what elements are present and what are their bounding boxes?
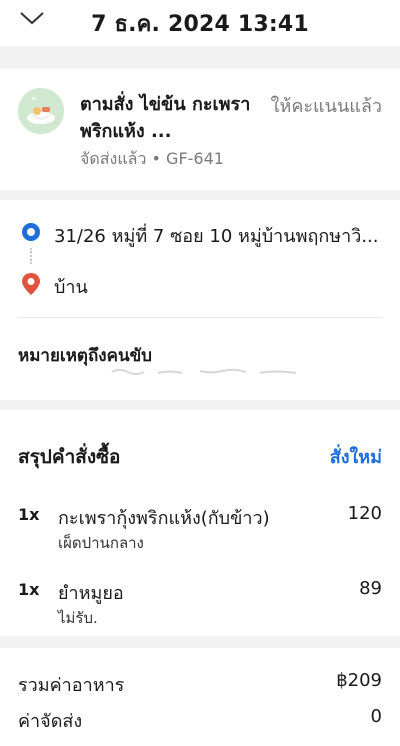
item-price: 120 <box>347 503 382 524</box>
delivery-address: 31/26 หมู่ที่ 7 ซอย 10 หมู่บ้านพฤกษาวิ..… <box>54 226 379 247</box>
item-note: เผ็ดปานกลาง <box>58 534 144 552</box>
destination-label: บ้าน <box>54 277 88 298</box>
route-dots <box>30 248 34 264</box>
delivery-fee-label: ค่าจัดส่ง <box>18 711 83 732</box>
rated-label: ให้คะแนนแล้ว <box>270 96 382 117</box>
item-qty: 1x <box>18 580 40 599</box>
delivery-section: 31/26 หมู่ที่ 7 ซอย 10 หมู่บ้านพฤกษาวิ..… <box>0 200 400 400</box>
restaurant-name: ตามสั่ง ไข่ข้น กะเพราพริกแห้ง ... <box>80 94 251 142</box>
restaurant-logo <box>18 88 64 134</box>
reorder-button[interactable]: สั่งใหม่ <box>330 442 382 471</box>
item-note: ไม่รับ. <box>58 609 98 627</box>
item-price: 89 <box>359 578 382 599</box>
order-summary: สรุปคำสั่งซื้อ สั่งใหม่ 1x กะเพรากุ้งพริ… <box>0 410 400 636</box>
location-pin-icon <box>22 273 40 295</box>
food-total-row: รวมค่าอาหาร ฿209 <box>18 670 382 699</box>
delivery-fee-row: ค่าจัดส่ง 0 <box>18 706 382 735</box>
food-total-label: รวมค่าอาหาร <box>18 675 125 696</box>
divider <box>18 317 382 318</box>
item-qty: 1x <box>18 505 40 524</box>
totals-section: รวมค่าอาหาร ฿209 ค่าจัดส่ง 0 <box>0 648 400 746</box>
redacted-note <box>111 368 297 375</box>
summary-title: สรุปคำสั่งซื้อ <box>18 446 121 468</box>
restaurant-card[interactable]: ตามสั่ง ไข่ข้น กะเพราพริกแห้ง ... จัดส่ง… <box>0 69 400 190</box>
top-bar: 7 ธ.ค. 2024 13:41 <box>0 0 400 46</box>
delivery-fee-value: 0 <box>370 706 382 727</box>
item-name: ยำหมูยอ <box>58 583 124 604</box>
item-name: กะเพรากุ้งพริกแห้ง(กับข้าว) <box>58 508 270 529</box>
order-status: จัดส่งแล้ว • GF-641 <box>80 149 224 168</box>
pickup-pin-icon <box>22 223 40 241</box>
food-total-value: ฿209 <box>336 670 382 691</box>
page-title: 7 ธ.ค. 2024 13:41 <box>91 12 309 37</box>
